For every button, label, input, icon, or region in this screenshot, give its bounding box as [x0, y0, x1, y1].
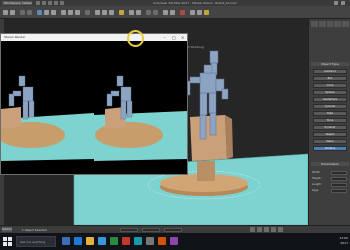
stereo-render-view — [1, 41, 187, 174]
windows-taskbar: Ask me anything 12:00 2017 — [0, 233, 350, 250]
select-icon[interactable] — [37, 10, 42, 15]
store-icon[interactable] — [98, 237, 106, 245]
selection-status: 1 Object Selected — [22, 228, 47, 232]
maximize-button[interactable]: □ — [172, 36, 176, 40]
command-panel: Object Type AutoGrid Box Cone Sphere Geo… — [308, 19, 350, 229]
scene-explorer-icon[interactable] — [153, 10, 158, 15]
edge-browser-icon[interactable] — [74, 237, 82, 245]
render-setup-icon[interactable] — [190, 10, 195, 15]
snap-icon[interactable] — [95, 10, 100, 15]
scale-icon[interactable] — [75, 10, 80, 15]
render-window-title: Stereo Render — [4, 35, 26, 39]
width-field[interactable] — [331, 171, 347, 175]
angle-snap-icon[interactable] — [102, 10, 107, 15]
close-icon[interactable] — [341, 1, 345, 5]
layers-icon[interactable] — [146, 10, 151, 15]
workspace-selector[interactable]: Workspace: Default — [2, 1, 32, 5]
parameters-rollout[interactable]: Parameters — [311, 162, 349, 166]
tab-modify[interactable] — [318, 21, 326, 27]
tab-hierarchy[interactable] — [326, 21, 334, 27]
align-icon[interactable] — [136, 10, 141, 15]
app-icon[interactable] — [122, 237, 130, 245]
status-bar: MAXScript 1 Object Selected — [0, 225, 350, 233]
stereo-render-image — [1, 41, 187, 174]
segs-field[interactable] — [331, 189, 347, 193]
unlink-icon[interactable] — [27, 10, 32, 15]
system-tray-clock[interactable]: 12:00 2017 — [318, 236, 348, 247]
height-label: Height: — [312, 177, 322, 180]
render-frame-icon[interactable] — [197, 10, 202, 15]
render-icon[interactable] — [204, 10, 209, 15]
object-button[interactable]: Pyramid — [313, 125, 347, 130]
object-button[interactable]: Torus — [313, 118, 347, 123]
named-sets-icon[interactable] — [119, 10, 124, 15]
length-field[interactable] — [331, 183, 347, 187]
save-icon[interactable] — [48, 1, 52, 5]
minimize-button[interactable]: – — [163, 36, 166, 40]
app-icon[interactable] — [158, 237, 166, 245]
rotate-icon[interactable] — [68, 10, 73, 15]
rect-region-icon[interactable] — [51, 10, 56, 15]
task-view-icon[interactable] — [62, 237, 70, 245]
object-button[interactable]: Tube — [313, 111, 347, 116]
width-label: Width: — [312, 171, 321, 174]
object-button[interactable]: Sphere — [313, 90, 347, 95]
object-button[interactable]: Box — [313, 76, 347, 81]
command-panel-tabs — [311, 21, 349, 27]
view-ref-icon[interactable] — [85, 10, 90, 15]
segs-label: Segs: — [312, 189, 320, 192]
render-window-titlebar[interactable]: Stereo Render – □ × — [1, 34, 187, 41]
main-toolbar — [0, 6, 350, 19]
next-frame-icon[interactable] — [271, 227, 276, 232]
undo-icon[interactable] — [54, 1, 58, 5]
go-to-start-icon[interactable] — [250, 227, 255, 232]
new-icon[interactable] — [36, 1, 40, 5]
length-label: Length: — [312, 183, 322, 186]
minimize-icon[interactable] — [334, 1, 338, 5]
redo-tool-icon[interactable] — [10, 10, 15, 15]
taskbar-search[interactable]: Ask me anything — [16, 236, 56, 247]
height-field[interactable] — [331, 177, 347, 181]
redo-icon[interactable] — [60, 1, 64, 5]
undo-tool-icon[interactable] — [3, 10, 8, 15]
object-button[interactable]: AutoGrid — [313, 69, 347, 74]
render-window[interactable]: Stereo Render – □ × — [0, 33, 188, 175]
z-coordinate-field[interactable] — [164, 228, 182, 232]
open-icon[interactable] — [42, 1, 46, 5]
schematic-icon[interactable] — [170, 10, 175, 15]
annotation-highlight-circle — [127, 30, 144, 47]
3ds-max-icon[interactable] — [134, 237, 142, 245]
app-icon[interactable] — [146, 237, 154, 245]
play-icon[interactable] — [264, 227, 269, 232]
app-icon[interactable] — [170, 237, 178, 245]
y-coordinate-field[interactable] — [142, 228, 160, 232]
maxscript-listener[interactable]: MAXScript — [2, 227, 12, 232]
prev-frame-icon[interactable] — [257, 227, 262, 232]
move-icon[interactable] — [61, 10, 66, 15]
clock-date: 2017 — [340, 241, 348, 245]
tab-display[interactable] — [342, 21, 349, 27]
object-button[interactable]: Teapot — [313, 132, 347, 137]
select-by-name-icon[interactable] — [44, 10, 49, 15]
windows-start-icon[interactable] — [3, 237, 12, 246]
object-button[interactable]: Plane — [313, 139, 347, 144]
tab-create[interactable] — [311, 21, 318, 27]
tab-motion[interactable] — [334, 21, 342, 27]
link-icon[interactable] — [20, 10, 25, 15]
close-button[interactable]: × — [181, 36, 184, 40]
material-editor-icon[interactable] — [180, 10, 185, 15]
object-button[interactable]: Cylinder — [313, 104, 347, 109]
go-to-end-icon[interactable] — [278, 227, 283, 232]
object-button-active[interactable]: TextPlus — [313, 146, 347, 151]
object-button[interactable]: Cone — [313, 83, 347, 88]
x-coordinate-field[interactable] — [120, 228, 138, 232]
pedestal — [190, 115, 227, 161]
mirror-icon[interactable] — [129, 10, 134, 15]
object-type-heading[interactable]: Object Type — [311, 62, 349, 66]
app-icon[interactable] — [110, 237, 118, 245]
curve-editor-icon[interactable] — [163, 10, 168, 15]
object-button[interactable]: GeoSphere — [313, 97, 347, 102]
file-explorer-icon[interactable] — [86, 237, 94, 245]
percent-snap-icon[interactable] — [109, 10, 114, 15]
